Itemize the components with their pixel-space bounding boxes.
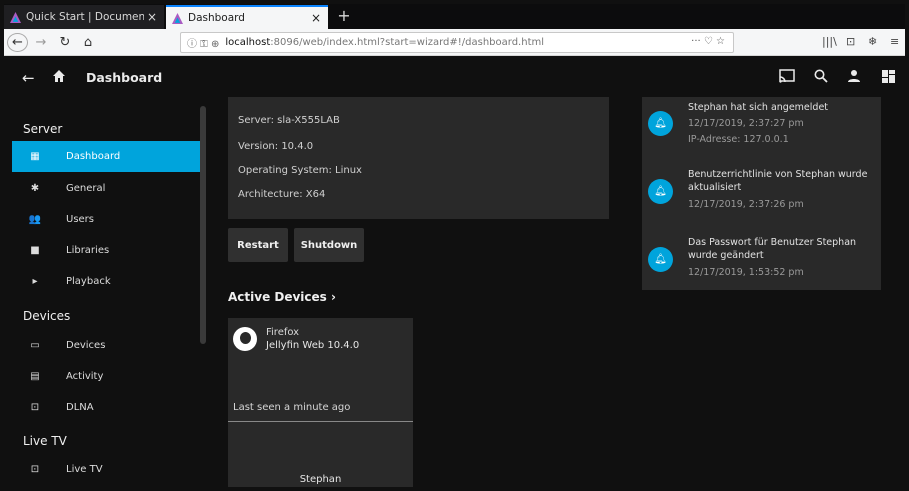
sidebar-item-libraries[interactable]: ■ Libraries: [12, 235, 200, 266]
tab-quick-start[interactable]: Quick Start | Documenta ×: [4, 5, 164, 29]
sidebar-item-activity[interactable]: ▤ Activity: [12, 361, 200, 392]
notification-bell-icon: 🔔︎: [648, 179, 673, 204]
back-arrow-icon[interactable]: ←: [22, 69, 35, 87]
sidebar-item-users[interactable]: 👥 Users: [12, 204, 200, 235]
url-bar[interactable]: ⓘ ⚿ ⊕ localhost :8096/web/index.html?sta…: [180, 32, 734, 53]
home-icon[interactable]: [52, 69, 66, 87]
close-icon[interactable]: ×: [308, 11, 324, 25]
server-os: Operating System: Linux: [238, 165, 362, 176]
device-last-seen: Last seen a minute ago: [233, 402, 351, 413]
device-user: Stephan: [299, 474, 342, 485]
activity-panel: 🔔︎ Stephan hat sich angemeldet 12/17/201…: [642, 97, 881, 290]
server-architecture: Architecture: X64: [238, 189, 326, 200]
sidebar-item-dashboard[interactable]: ▦ Dashboard: [12, 141, 200, 172]
sidebar-section-server: Server: [23, 122, 63, 136]
sidebar-item-label: Playback: [66, 276, 111, 287]
reload-button[interactable]: ↻: [55, 33, 75, 52]
server-name: Server: sla-X555LAB: [238, 115, 340, 126]
sidebar-item-label: Devices: [66, 340, 106, 351]
notification-bell-icon: 🔔︎: [648, 247, 673, 272]
tv-icon: ⊡: [30, 464, 40, 475]
sidebar-item-label: Dashboard: [66, 151, 121, 162]
firefox-logo-icon: [233, 327, 257, 351]
tab-title: Quick Start | Documenta: [26, 11, 144, 23]
cast-icon[interactable]: [779, 69, 795, 87]
notification-bell-icon: 🔔︎: [648, 111, 673, 136]
divider: [228, 421, 413, 422]
activity-icon: ▤: [30, 371, 40, 382]
sidebar-scrollbar[interactable]: [200, 106, 206, 344]
activity-detail: IP-Adresse: 127.0.0.1: [688, 134, 789, 145]
url-path: :8096/web/index.html?start=wizard#!/dash…: [270, 37, 545, 48]
browser-navbar: ← → ↻ ⌂ ⓘ ⚿ ⊕ localhost :8096/web/index.…: [4, 29, 905, 56]
sidebar-item-label: Live TV: [66, 464, 103, 475]
activity-text: Stephan hat sich angemeldet: [688, 102, 829, 113]
users-icon: 👥: [28, 214, 42, 225]
sidebar-item-dlna[interactable]: ⊡ DLNA: [12, 392, 200, 423]
active-devices-link[interactable]: Active Devices ›: [228, 290, 336, 304]
sidebar-item-playback[interactable]: ▸ Playback: [12, 266, 200, 297]
devices-icon: ▭: [30, 340, 40, 351]
sidebar-section-devices: Devices: [23, 309, 71, 323]
page-actions-icon[interactable]: ··· ♡ ☆: [691, 36, 725, 47]
menu-icon[interactable]: ≡: [890, 35, 899, 48]
home-button[interactable]: ⌂: [78, 33, 98, 52]
sidebar-section-live-tv: Live TV: [23, 434, 67, 448]
sidebar-item-live-tv[interactable]: ⊡ Live TV: [12, 454, 200, 485]
dlna-icon: ⊡: [30, 402, 40, 413]
new-tab-button[interactable]: +: [334, 6, 354, 25]
url-host: localhost: [225, 37, 271, 48]
gear-icon: ✱: [30, 183, 40, 194]
tab-dashboard[interactable]: Dashboard ×: [166, 5, 328, 29]
back-button[interactable]: ←: [7, 33, 28, 52]
dashboard-icon: ▦: [30, 151, 40, 162]
tab-title: Dashboard: [188, 12, 245, 24]
sidebar-item-general[interactable]: ✱ General: [12, 173, 200, 204]
sidebar-item-label: General: [66, 183, 106, 194]
browser-tab-strip: Quick Start | Documenta × Dashboard × +: [4, 4, 905, 29]
sidebar-item-label: Libraries: [66, 245, 110, 256]
page-title: Dashboard: [86, 70, 163, 85]
activity-time: 12/17/2019, 1:53:52 pm: [688, 267, 804, 278]
sidebar-item-devices[interactable]: ▭ Devices: [12, 330, 200, 361]
server-version: Version: 10.4.0: [238, 141, 314, 152]
device-name: Firefox: [266, 327, 300, 338]
library-icon[interactable]: |||\: [822, 35, 837, 48]
screenshot-frame: Quick Start | Documenta × Dashboard × + …: [4, 4, 905, 487]
extension-icon[interactable]: ❄: [868, 35, 877, 48]
forward-button[interactable]: →: [31, 33, 51, 52]
sidebar-item-label: DLNA: [66, 402, 94, 413]
activity-text: Benutzerrichtlinie von Stephan wurde akt…: [688, 169, 868, 193]
search-icon[interactable]: [814, 69, 828, 87]
jellyfin-favicon-icon: [172, 12, 183, 24]
dashboard-icon[interactable]: [882, 69, 895, 87]
shutdown-button[interactable]: Shutdown: [294, 228, 364, 262]
play-icon: ▸: [32, 276, 38, 287]
activity-time: 12/17/2019, 2:37:26 pm: [688, 199, 804, 210]
site-info-icon[interactable]: ⓘ ⚿ ⊕: [187, 35, 219, 50]
activity-time: 12/17/2019, 2:37:27 pm: [688, 118, 804, 129]
sidebar: Server ▦ Dashboard ✱ General 👥 Users ■ L…: [4, 101, 200, 487]
user-icon[interactable]: [848, 69, 860, 87]
restart-button[interactable]: Restart: [228, 228, 288, 262]
sidebar-item-label: Activity: [66, 371, 104, 382]
sidebar-item-label: Users: [66, 214, 95, 225]
device-card[interactable]: Firefox Jellyfin Web 10.4.0 Last seen a …: [228, 318, 413, 487]
activity-text: Das Passwort für Benutzer Stephan wurde …: [688, 237, 857, 261]
sidebar-toggle-icon[interactable]: ⊡: [846, 35, 855, 48]
app-header: ← Dashboard: [4, 57, 905, 101]
close-icon[interactable]: ×: [144, 10, 160, 24]
jellyfin-favicon-icon: [10, 11, 21, 23]
device-client: Jellyfin Web 10.4.0: [266, 340, 360, 351]
folder-icon: ■: [30, 245, 40, 256]
server-info-card: Server: sla-X555LAB Version: 10.4.0 Oper…: [228, 97, 609, 219]
